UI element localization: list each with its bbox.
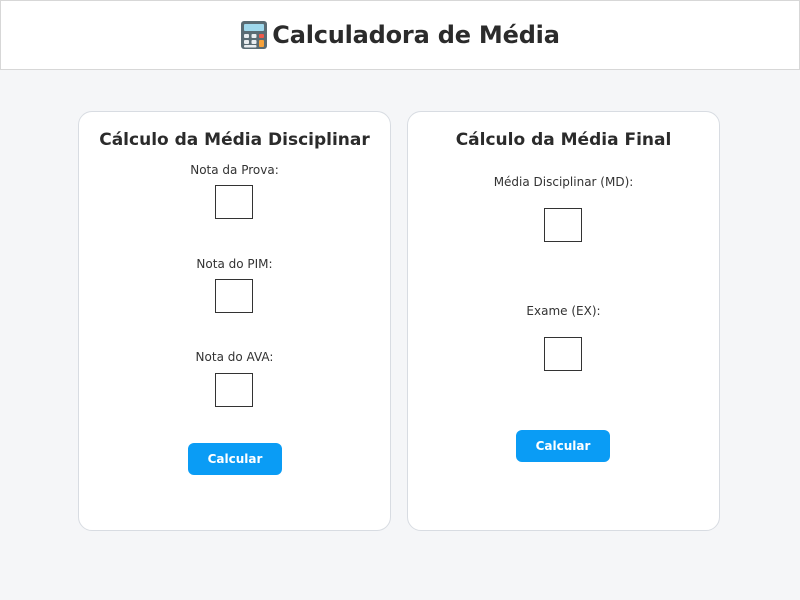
card-title-media-final: Cálculo da Média Final bbox=[455, 130, 672, 150]
input-exame[interactable] bbox=[544, 337, 582, 371]
card-title-media-disciplinar: Cálculo da Média Disciplinar bbox=[99, 130, 370, 150]
label-exame: Exame (EX): bbox=[526, 304, 601, 318]
input-media-disciplinar[interactable] bbox=[544, 208, 582, 242]
calcular-media-disciplinar-button[interactable]: Calcular bbox=[188, 443, 282, 475]
input-nota-pim[interactable] bbox=[215, 279, 253, 313]
page-title: Calculadora de Média bbox=[272, 21, 560, 49]
input-nota-prova[interactable] bbox=[215, 185, 253, 219]
media-disciplinar-card: Cálculo da Média Disciplinar Nota da Pro… bbox=[78, 111, 391, 531]
header-title-group: Calculadora de Média bbox=[240, 20, 560, 50]
label-nota-pim: Nota do PIM: bbox=[196, 257, 273, 271]
media-final-card: Cálculo da Média Final Média Disciplinar… bbox=[407, 111, 720, 531]
calculator-icon bbox=[241, 21, 268, 49]
label-media-disciplinar: Média Disciplinar (MD): bbox=[493, 175, 634, 189]
label-nota-prova: Nota da Prova: bbox=[190, 163, 279, 177]
label-nota-ava: Nota do AVA: bbox=[195, 350, 274, 364]
input-nota-ava[interactable] bbox=[215, 373, 253, 407]
app-header: Calculadora de Média bbox=[0, 0, 800, 70]
calcular-media-final-button[interactable]: Calcular bbox=[516, 430, 610, 462]
